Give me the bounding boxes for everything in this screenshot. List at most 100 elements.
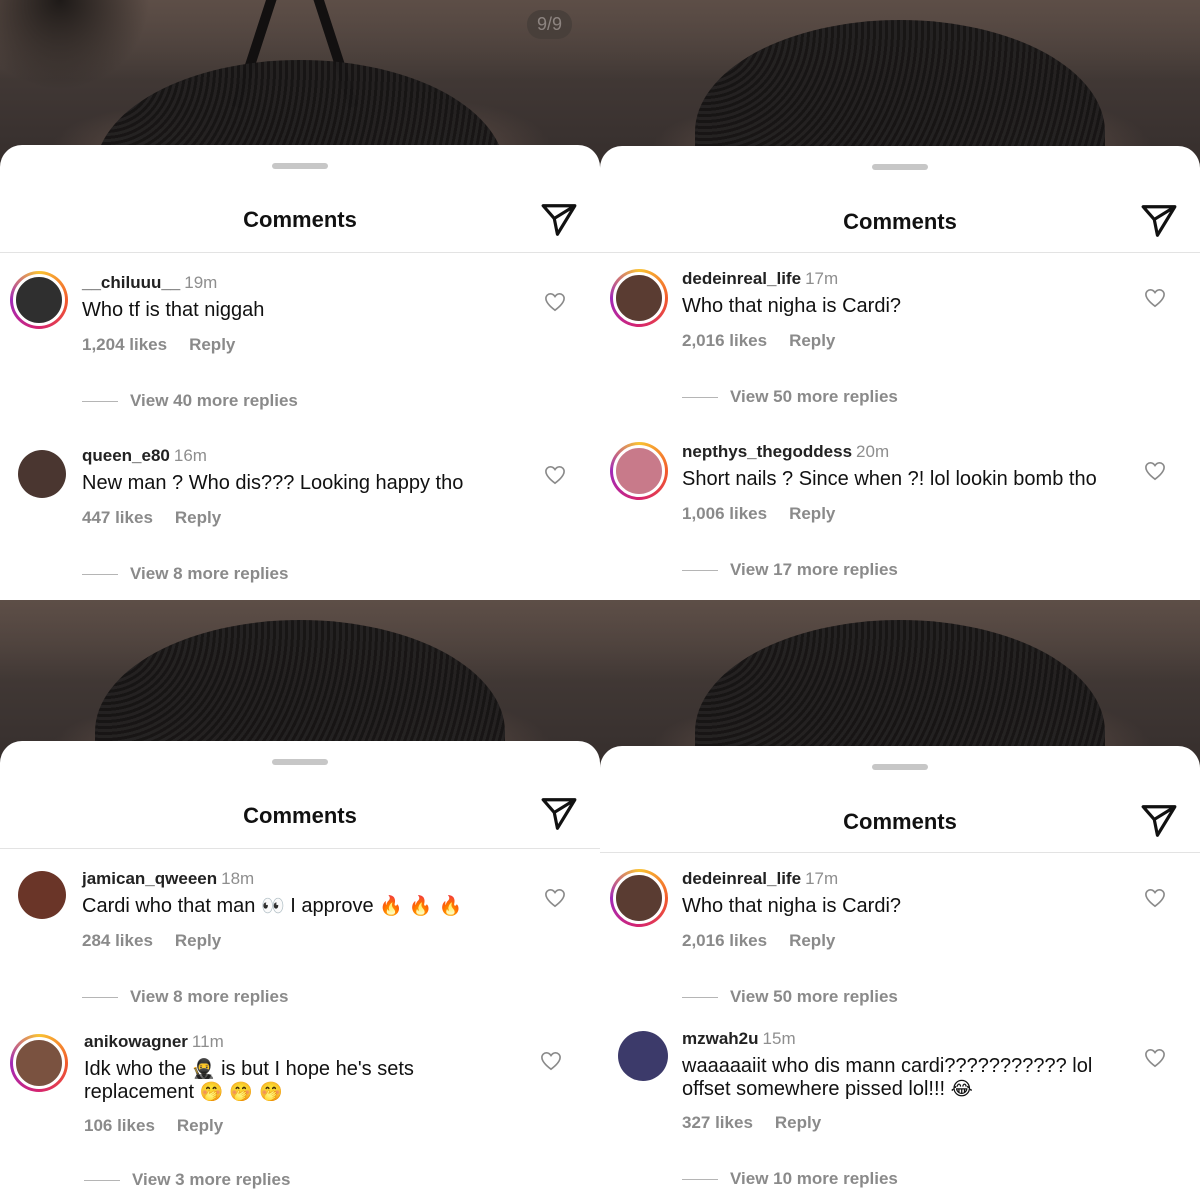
divider [600, 852, 1200, 853]
view-replies-link[interactable]: View 50 more replies [682, 387, 898, 407]
comment-item: dedeinreal_life 17m Who that nigha is Car… [600, 867, 1200, 1017]
fire-emoji: 🔥 🔥 🔥 [379, 895, 463, 917]
panel-3: Comments jamican_qweeen 18m Cardi who tha… [0, 600, 600, 1200]
panel-4: Comments dedeinreal_life 17m Who that nig… [600, 600, 1200, 1200]
eyes-emoji: 👀 [260, 895, 285, 917]
drag-handle[interactable] [272, 759, 328, 765]
reply-button[interactable]: Reply [789, 331, 835, 350]
heart-icon[interactable] [1144, 888, 1166, 908]
avatar[interactable] [18, 450, 66, 498]
sheet-title: Comments [843, 809, 957, 834]
comment-text: Who that nigha is Cardi? [682, 295, 902, 317]
likes-count[interactable]: 106 likes [84, 1116, 155, 1135]
drag-handle[interactable] [872, 764, 928, 770]
drag-handle[interactable] [272, 163, 328, 169]
likes-count[interactable]: 1,204 likes [82, 335, 167, 354]
ninja-emoji: 🥷 [191, 1058, 216, 1080]
heart-icon[interactable] [544, 292, 566, 312]
view-replies-link[interactable]: View 17 more replies [682, 560, 898, 580]
comment-username[interactable]: jamican_qweeen 18m [82, 869, 254, 889]
send-icon[interactable] [540, 201, 578, 239]
divider [600, 252, 1200, 253]
view-replies-link[interactable]: View 50 more replies [682, 987, 898, 1007]
comment-text: Who that nigha is Cardi? [682, 895, 902, 917]
comment-meta: 2,016 likes Reply [682, 931, 835, 951]
comment-text: Short nails ? Since when ?! lol lookin b… [682, 468, 1097, 490]
view-replies-link[interactable]: View 8 more replies [82, 564, 288, 584]
likes-count[interactable]: 327 likes [682, 1113, 753, 1132]
avatar[interactable] [610, 442, 668, 500]
heart-icon[interactable] [540, 1051, 562, 1071]
avatar[interactable] [618, 1031, 668, 1081]
comments-sheet: Comments dedeinreal_life 17m Who that nig… [600, 746, 1200, 1200]
laughing-emoji: 😂 [950, 1078, 973, 1100]
heart-icon[interactable] [544, 465, 566, 485]
likes-count[interactable]: 2,016 likes [682, 931, 767, 950]
comment-meta: 2,016 likes Reply [682, 331, 835, 351]
comment-username[interactable]: __chiluuu__ 19m [82, 273, 217, 293]
comment-item: queen_e80 16m New man ? Who dis??? Lookin… [0, 438, 600, 588]
view-replies-link[interactable]: View 3 more replies [84, 1170, 290, 1190]
reply-button[interactable]: Reply [175, 931, 221, 950]
comment-item: anikowagner 11m Idk who the 🥷 is but I ho… [0, 1030, 600, 1189]
comment-text: New man ? Who dis??? Looking happy tho [82, 472, 464, 494]
avatar[interactable] [10, 1034, 68, 1092]
heart-icon[interactable] [544, 888, 566, 908]
comment-meta: 1,006 likes Reply [682, 504, 835, 524]
divider [0, 252, 600, 253]
comment-item: nepthys_thegoddess 20m Short nails ? Sinc… [600, 434, 1200, 584]
image-counter: 9/9 [526, 10, 572, 39]
comment-username[interactable]: anikowagner 11m [84, 1032, 224, 1052]
comment-username[interactable]: queen_e80 16m [82, 446, 207, 466]
comment-item: mzwah2u 15m waaaaaiit who dis mann cardi?… [600, 1027, 1200, 1188]
divider [0, 848, 600, 849]
heart-icon[interactable] [1144, 1048, 1166, 1068]
reply-button[interactable]: Reply [189, 335, 235, 354]
comments-sheet: Comments jamican_qweeen 18m Cardi who tha… [0, 741, 600, 1200]
comment-meta: 284 likes Reply [82, 931, 221, 951]
comment-text: Who tf is that niggah [82, 299, 265, 321]
reply-button[interactable]: Reply [177, 1116, 223, 1135]
likes-count[interactable]: 2,016 likes [682, 331, 767, 350]
comment-meta: 106 likes Reply [84, 1116, 223, 1136]
comment-text: waaaaaiit who dis mann cardi??????????? … [682, 1055, 1093, 1100]
comment-text: Cardi who that man 👀 I approve 🔥 🔥 🔥 [82, 895, 463, 917]
view-replies-link[interactable]: View 40 more replies [82, 391, 298, 411]
comment-item: __chiluuu__ 19m Who tf is that niggah 1,2… [0, 265, 600, 415]
drag-handle[interactable] [872, 164, 928, 170]
avatar[interactable] [610, 869, 668, 927]
likes-count[interactable]: 1,006 likes [682, 504, 767, 523]
comment-username[interactable]: nepthys_thegoddess 20m [682, 442, 889, 462]
comment-username[interactable]: dedeinreal_life 17m [682, 869, 838, 889]
comment-meta: 327 likes Reply [682, 1113, 821, 1133]
heart-icon[interactable] [1144, 461, 1166, 481]
reply-button[interactable]: Reply [175, 508, 221, 527]
comments-sheet: Comments __chiluuu__ 19m Who tf is that n… [0, 145, 600, 600]
sheet-title: Comments [243, 207, 357, 232]
send-icon[interactable] [1140, 202, 1178, 240]
reply-button[interactable]: Reply [789, 931, 835, 950]
send-icon[interactable] [1140, 802, 1178, 840]
view-replies-link[interactable]: View 10 more replies [682, 1169, 898, 1189]
likes-count[interactable]: 284 likes [82, 931, 153, 950]
avatar[interactable] [610, 269, 668, 327]
comment-item: dedeinreal_life 17m Who that nigha is Car… [600, 261, 1200, 411]
comment-meta: 1,204 likes Reply [82, 335, 235, 355]
reply-button[interactable]: Reply [775, 1113, 821, 1132]
view-replies-link[interactable]: View 8 more replies [82, 987, 288, 1007]
heart-icon[interactable] [1144, 288, 1166, 308]
comment-meta: 447 likes Reply [82, 508, 221, 528]
sheet-title: Comments [843, 209, 957, 234]
sheet-title: Comments [243, 803, 357, 828]
avatar[interactable] [10, 271, 68, 329]
comment-username[interactable]: mzwah2u 15m [682, 1029, 796, 1049]
avatar[interactable] [18, 871, 66, 919]
panel-1: 9/9 Comments __chiluuu__ 19m Who tf is th… [0, 0, 600, 600]
likes-count[interactable]: 447 likes [82, 508, 153, 527]
comments-sheet: Comments dedeinreal_life 17m Who that nig… [600, 146, 1200, 600]
panel-2: Comments dedeinreal_life 17m Who that nig… [600, 0, 1200, 600]
reply-button[interactable]: Reply [789, 504, 835, 523]
comment-username[interactable]: dedeinreal_life 17m [682, 269, 838, 289]
send-icon[interactable] [540, 795, 578, 833]
comment-item: jamican_qweeen 18m Cardi who that man 👀 I… [0, 867, 600, 1017]
